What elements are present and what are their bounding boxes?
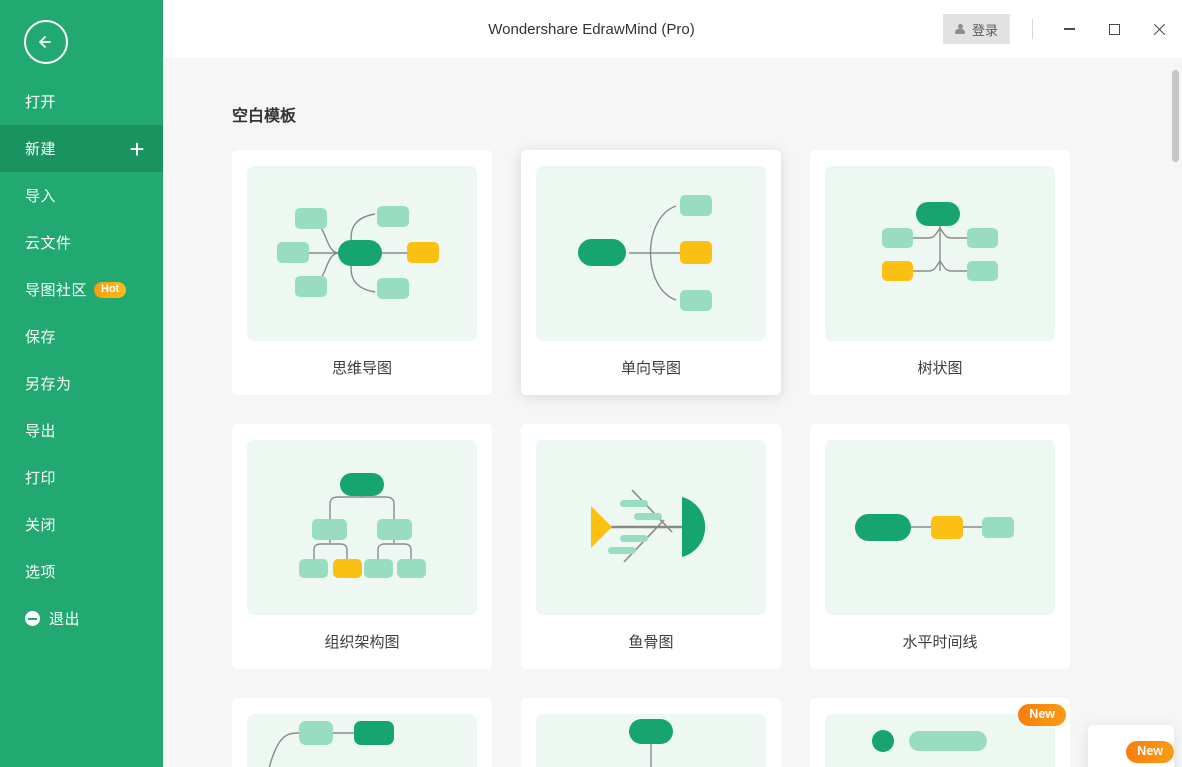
plus-icon: +	[129, 133, 145, 164]
sidebar-item-new[interactable]: 新建 +	[0, 125, 163, 172]
hot-badge: Hot	[94, 281, 127, 298]
new-badge: New	[1018, 704, 1066, 726]
back-button[interactable]	[24, 20, 68, 64]
content-scroll-area[interactable]: 空白模板 思维导图 单向导图 树状图 组织架构图 鱼骨图 水平时间线 New N…	[163, 58, 1182, 767]
scrollbar-thumb[interactable]	[1172, 70, 1179, 162]
floating-new-badge: New	[1126, 741, 1174, 763]
title-bar-controls: 登录	[942, 0, 1182, 58]
template-card-label: 组织架构图	[324, 634, 400, 651]
sidebar-nav: 打开 新建 + 导入 云文件 导图社区 Hot 保存 另存为 导出 打印 关闭 …	[0, 78, 163, 642]
sidebar-item-label: 导出	[25, 423, 57, 440]
sidebar-item-label: 云文件	[25, 235, 72, 252]
sidebar-item-label: 保存	[25, 329, 57, 346]
template-thumbnail-horizontal-timeline	[825, 440, 1055, 615]
template-thumbnail-mind-map	[247, 166, 477, 341]
back-arrow-icon	[33, 29, 59, 55]
sidebar-item-label: 新建	[25, 141, 57, 158]
template-card-horizontal-timeline[interactable]: 水平时间线	[810, 424, 1070, 669]
maximize-icon	[1109, 23, 1120, 35]
template-thumbnail-tree-diagram	[825, 166, 1055, 341]
minimize-button[interactable]	[1047, 9, 1092, 49]
sidebar-item-save[interactable]: 保存	[0, 313, 163, 360]
template-grid: 思维导图 单向导图 树状图 组织架构图 鱼骨图 水平时间线 New	[232, 150, 1089, 767]
sidebar-item-save-as[interactable]: 另存为	[0, 360, 163, 407]
sidebar-item-label: 退出	[49, 611, 81, 628]
template-card-partial-left[interactable]	[232, 698, 492, 767]
template-card-org-chart[interactable]: 组织架构图	[232, 424, 492, 669]
template-card-partial-middle[interactable]	[521, 698, 781, 767]
sidebar-item-label: 导图社区	[25, 282, 88, 299]
template-card-label: 树状图	[917, 360, 963, 377]
sidebar-item-label: 关闭	[25, 517, 57, 534]
title-bar: Wondershare EdrawMind (Pro) 登录	[163, 0, 1182, 58]
sidebar-item-label: 打印	[25, 470, 57, 487]
sidebar-item-close[interactable]: 关闭	[0, 501, 163, 548]
sidebar-item-label: 选项	[25, 564, 57, 581]
template-card-tree-diagram[interactable]: 树状图	[810, 150, 1070, 395]
close-icon	[1153, 23, 1166, 36]
template-thumbnail-one-way-map	[536, 166, 766, 341]
main-area: Wondershare EdrawMind (Pro) 登录 空白模板 思维导图…	[163, 0, 1182, 767]
sidebar-item-community[interactable]: 导图社区 Hot	[0, 266, 163, 313]
template-thumbnail-partial-middle	[536, 714, 766, 767]
login-label: 登录	[971, 22, 998, 38]
template-card-mind-map[interactable]: 思维导图	[232, 150, 492, 395]
divider	[1032, 19, 1033, 39]
sidebar-item-label: 另存为	[25, 376, 72, 393]
template-card-partial-right[interactable]: New	[810, 698, 1070, 767]
scrollbar-track[interactable]	[1169, 58, 1182, 767]
content-inner: 空白模板 思维导图 单向导图 树状图 组织架构图 鱼骨图 水平时间线 New	[163, 58, 1182, 767]
login-button[interactable]: 登录	[942, 14, 1010, 44]
template-thumbnail-org-chart	[247, 440, 477, 615]
sidebar-item-import[interactable]: 导入	[0, 172, 163, 219]
sidebar-item-options[interactable]: 选项	[0, 548, 163, 595]
sidebar-item-cloud-files[interactable]: 云文件	[0, 219, 163, 266]
sidebar-item-open[interactable]: 打开	[0, 78, 163, 125]
sidebar-item-export[interactable]: 导出	[0, 407, 163, 454]
sidebar-item-print[interactable]: 打印	[0, 454, 163, 501]
floating-template-card[interactable]: New	[1088, 725, 1174, 767]
sidebar-item-exit[interactable]: 退出	[0, 595, 163, 642]
page-title: 空白模板	[232, 108, 297, 125]
template-card-label: 思维导图	[331, 360, 392, 377]
close-button[interactable]	[1137, 9, 1182, 49]
sidebar-item-label: 打开	[25, 94, 57, 111]
template-card-fishbone[interactable]: 鱼骨图	[521, 424, 781, 669]
template-thumbnail-partial-left	[247, 714, 477, 767]
maximize-button[interactable]	[1092, 9, 1137, 49]
application-window: 打开 新建 + 导入 云文件 导图社区 Hot 保存 另存为 导出 打印 关闭 …	[0, 0, 1182, 767]
template-thumbnail-fishbone	[536, 440, 766, 615]
sidebar: 打开 新建 + 导入 云文件 导图社区 Hot 保存 另存为 导出 打印 关闭 …	[0, 0, 163, 767]
sidebar-item-label: 导入	[25, 188, 57, 205]
exit-icon	[25, 611, 40, 626]
person-icon	[955, 23, 966, 35]
template-card-label: 鱼骨图	[628, 634, 674, 651]
minimize-icon	[1064, 28, 1075, 30]
template-card-label: 水平时间线	[902, 634, 978, 651]
template-card-label: 单向导图	[620, 360, 681, 377]
template-card-one-way-map[interactable]: 单向导图	[521, 150, 781, 395]
